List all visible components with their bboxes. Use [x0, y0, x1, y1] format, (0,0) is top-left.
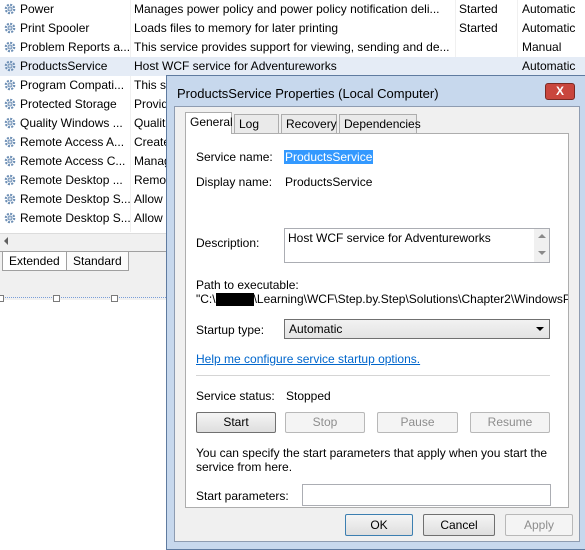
path-to-executable[interactable]: "C:\ \Learning\WCF\Step.by.Step\Solutions… [196, 292, 568, 307]
service-startup-type: Automatic [522, 2, 576, 16]
redaction-block [215, 293, 254, 307]
service-name: ProductsService [20, 59, 108, 73]
resize-handle[interactable] [53, 295, 60, 302]
service-name: Power [20, 2, 55, 16]
tab-recovery[interactable]: Recovery [281, 114, 337, 133]
tab-standard[interactable]: Standard [66, 252, 129, 271]
gear-icon [3, 154, 17, 168]
service-name: Remote Access C... [20, 154, 126, 168]
service-name: Remote Access A... [20, 135, 125, 149]
service-row[interactable]: ProductsService Host WCF service for Adve… [0, 57, 585, 76]
gear-icon [3, 78, 17, 92]
service-row[interactable]: Power Manages power policy and power poli… [0, 0, 585, 19]
scroll-up-icon[interactable] [538, 234, 546, 238]
gear-icon [3, 116, 17, 130]
cancel-button[interactable]: Cancel [423, 514, 495, 536]
service-name: Remote Desktop ... [20, 173, 123, 187]
service-status: Started [459, 21, 498, 35]
service-name: Problem Reports a... [20, 40, 130, 54]
dialog-title: ProductsService Properties (Local Comput… [177, 86, 439, 101]
close-button[interactable]: X [545, 83, 575, 100]
service-name-value[interactable]: ProductsService [284, 150, 374, 164]
path-suffix: \Learning\WCF\Step.by.Step\Solutions\Cha… [253, 292, 568, 306]
path-prefix: "C:\ [196, 292, 216, 306]
service-name-text: ProductsService [284, 150, 374, 164]
view-tabs: Extended Standard [0, 251, 170, 272]
divider [196, 375, 550, 376]
gear-icon [3, 192, 17, 206]
description-field[interactable]: Host WCF service for Adventureworks [284, 228, 550, 263]
startup-type-value: Automatic [289, 322, 343, 336]
path-label: Path to executable: [196, 278, 299, 292]
selection-frame [0, 297, 172, 548]
service-description: Loads files to memory for later printing [134, 21, 339, 35]
description-scrollbar[interactable] [534, 229, 549, 262]
service-name: Protected Storage [20, 97, 117, 111]
start-button[interactable]: Start [196, 412, 276, 433]
service-startup-type: Automatic [522, 59, 576, 73]
tab-general[interactable]: General [185, 112, 233, 134]
chevron-down-icon [536, 327, 544, 331]
apply-button[interactable]: Apply [505, 514, 573, 536]
startup-type-select[interactable]: Automatic [284, 319, 550, 339]
gear-icon [3, 21, 17, 35]
start-params-label: Start parameters: [196, 489, 289, 503]
service-status-label: Service status: [196, 389, 275, 403]
dialog-client-area: General Log On Recovery Dependencies Ser… [174, 106, 580, 542]
service-startup-type: Manual [522, 40, 562, 54]
gear-icon [3, 135, 17, 149]
display-name-label: Display name: [196, 175, 273, 189]
service-name: Print Spooler [20, 21, 90, 35]
service-properties-dialog: ProductsService Properties (Local Comput… [166, 75, 585, 550]
description-label: Description: [196, 236, 260, 250]
service-description: Host WCF service for Adventureworks [134, 59, 337, 73]
stop-button[interactable]: Stop [285, 412, 365, 433]
service-name: Remote Desktop S... [20, 192, 130, 206]
startup-type-label: Startup type: [196, 323, 265, 337]
service-name: Remote Desktop S... [20, 211, 130, 225]
pause-button[interactable]: Pause [377, 412, 458, 433]
help-configure-startup-link[interactable]: Help me configure service startup option… [196, 352, 420, 366]
tab-log-on[interactable]: Log On [234, 114, 279, 149]
gear-icon [3, 40, 17, 54]
tab-dependencies[interactable]: Dependencies [339, 114, 421, 133]
start-params-note: You can specify the start parameters tha… [196, 446, 548, 474]
service-description: Manages power policy and power policy no… [134, 2, 440, 16]
gear-icon [3, 173, 17, 187]
resize-handle[interactable] [0, 295, 4, 302]
description-text: Host WCF service for Adventureworks [288, 231, 491, 245]
scroll-down-icon[interactable] [538, 251, 546, 255]
ok-button[interactable]: OK [345, 514, 413, 536]
gear-icon [3, 2, 17, 16]
horizontal-scrollbar[interactable] [0, 233, 170, 251]
gear-icon [3, 59, 17, 73]
gear-icon [3, 211, 17, 225]
service-startup-type: Automatic [522, 21, 576, 35]
scroll-left-icon[interactable] [4, 237, 8, 245]
gear-icon [3, 97, 17, 111]
service-status-value: Stopped [286, 389, 331, 403]
display-name-value[interactable]: ProductsService [285, 175, 372, 189]
close-icon: X [555, 84, 564, 98]
service-description: This service provides support for viewin… [134, 40, 450, 54]
service-row[interactable]: Problem Reports a... This service provide… [0, 38, 585, 57]
service-row[interactable]: Print Spooler Loads files to memory for l… [0, 19, 585, 38]
service-name: Quality Windows ... [20, 116, 123, 130]
status-area [0, 272, 170, 300]
service-name: Program Compati... [20, 78, 125, 92]
service-status: Started [459, 2, 498, 16]
general-tab-panel: Service name: ProductsService Display na… [185, 133, 569, 508]
service-name-label: Service name: [196, 150, 273, 164]
resume-button[interactable]: Resume [470, 412, 550, 433]
start-params-input[interactable] [302, 484, 551, 506]
resize-handle[interactable] [111, 295, 118, 302]
tab-extended[interactable]: Extended [2, 252, 67, 271]
